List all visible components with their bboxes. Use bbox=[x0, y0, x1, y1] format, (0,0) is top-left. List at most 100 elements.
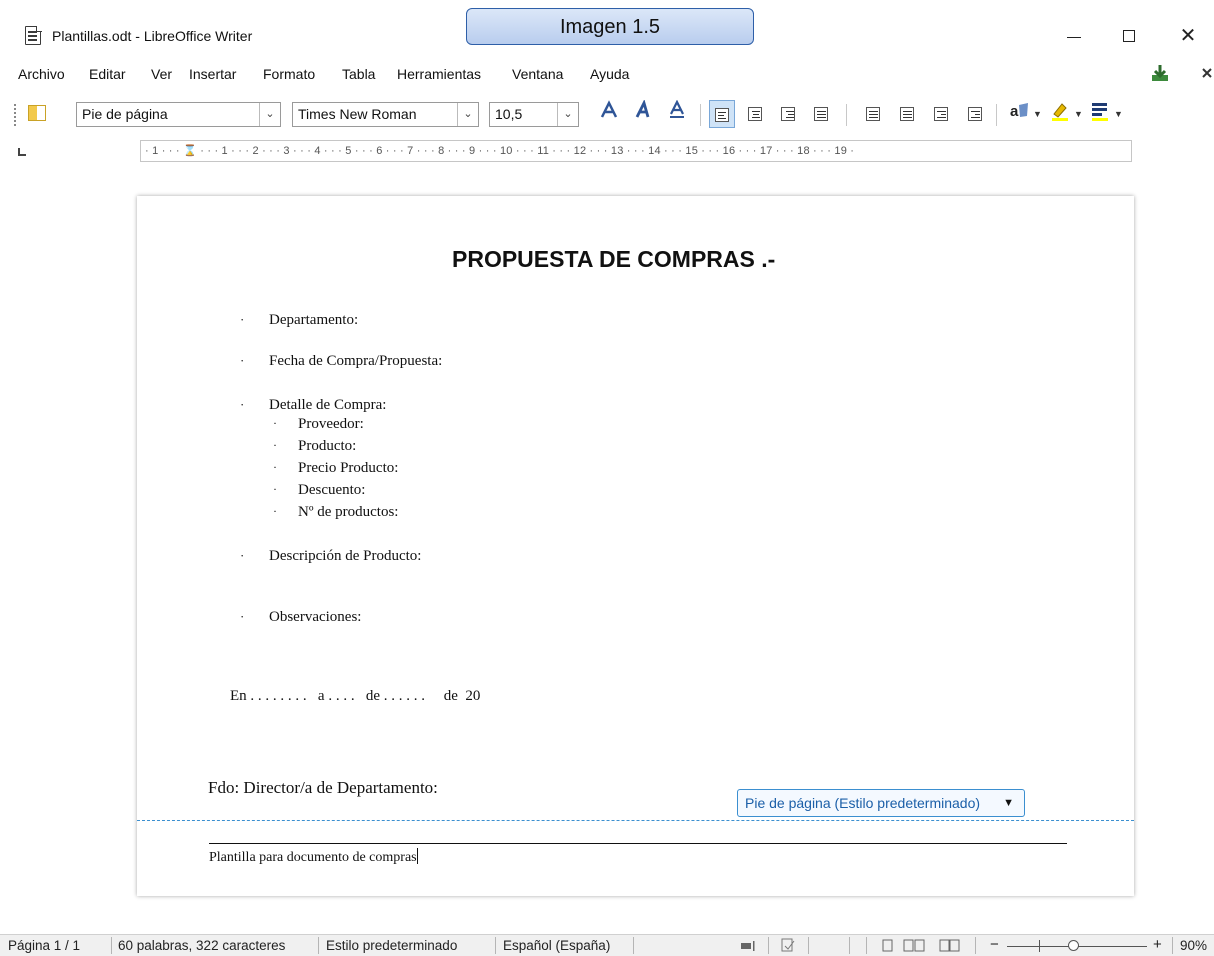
bullet-icon: · bbox=[273, 460, 277, 474]
bullet-icon: · bbox=[240, 609, 245, 624]
horizontal-ruler-labels: · 1 · · · ⌛ · · · 1 · · · 2 · · · 3 · · … bbox=[145, 145, 855, 157]
document-page[interactable]: PROPUESTA DE COMPRAS .- · Departamento: … bbox=[137, 196, 1134, 896]
align-right-button[interactable] bbox=[775, 100, 801, 128]
font-name-select[interactable]: Times New Roman ⌄ bbox=[292, 102, 479, 127]
justify-button[interactable] bbox=[808, 100, 834, 128]
sub-list-item: · Proveedor: bbox=[273, 416, 364, 433]
font-outline-button[interactable] bbox=[596, 100, 622, 128]
status-separator bbox=[866, 937, 867, 954]
list-item-label: Departamento: bbox=[269, 312, 359, 328]
sub-list-item: · Precio Producto: bbox=[273, 460, 398, 477]
date-line: En . . . . . . . . a . . . . de . . . . … bbox=[230, 688, 481, 704]
bullet-icon: · bbox=[273, 504, 277, 518]
chevron-down-icon[interactable]: ⌄ bbox=[557, 103, 578, 126]
paragraph-background-button[interactable] bbox=[1087, 100, 1113, 128]
horizontal-ruler[interactable]: · 1 · · · ⌛ · · · 1 · · · 2 · · · 3 · · … bbox=[140, 140, 1132, 162]
highlighter-icon bbox=[1052, 103, 1068, 121]
align-center-button[interactable] bbox=[742, 100, 768, 128]
underlined-a-icon bbox=[670, 99, 684, 118]
sub-list-item: · Descuento: bbox=[273, 482, 365, 499]
increase-indent-button[interactable] bbox=[962, 100, 988, 128]
menu-formato[interactable]: Formato bbox=[263, 66, 315, 82]
font-shadow-button[interactable] bbox=[630, 99, 656, 128]
update-download-icon[interactable] bbox=[1150, 63, 1170, 83]
sub-list-item: · Producto: bbox=[273, 438, 357, 455]
document-title: PROPUESTA DE COMPRAS .- bbox=[452, 246, 776, 272]
footer-style-dropdown[interactable]: Pie de página (Estilo predeterminado) ▼ bbox=[737, 789, 1025, 817]
menu-herramientas[interactable]: Herramientas bbox=[397, 66, 481, 82]
word-count-status[interactable]: 60 palabras, 322 caracteres bbox=[118, 938, 285, 953]
bullet-icon: · bbox=[240, 397, 245, 412]
window-title: Plantillas.odt - LibreOffice Writer bbox=[52, 28, 253, 44]
footer-rule bbox=[209, 843, 1067, 844]
menu-tabla[interactable]: Tabla bbox=[342, 66, 375, 82]
menu-ventana[interactable]: Ventana bbox=[512, 66, 563, 82]
chevron-down-icon[interactable]: ⌄ bbox=[457, 103, 478, 126]
maximize-button[interactable] bbox=[1111, 18, 1147, 54]
align-right-icon bbox=[781, 106, 795, 121]
bullet-icon: · bbox=[240, 548, 245, 563]
list-item-label: Detalle de Compra: bbox=[269, 397, 387, 413]
toolbar-separator bbox=[700, 104, 701, 126]
align-left-button[interactable] bbox=[709, 100, 735, 128]
paragraph-style-select[interactable]: Pie de página ⌄ bbox=[76, 102, 281, 127]
footer-boundary-line bbox=[137, 820, 1134, 821]
sub-list-item-label: Producto: bbox=[298, 438, 357, 454]
bullet-icon: · bbox=[273, 416, 277, 430]
unordered-list-button[interactable] bbox=[860, 100, 886, 128]
list-item-fecha: · Fecha de Compra/Propuesta: bbox=[240, 353, 442, 370]
image-caption-label: Imagen 1.5 bbox=[466, 8, 754, 45]
zoom-percentage[interactable]: 90% bbox=[1180, 938, 1207, 953]
maximize-icon bbox=[1123, 30, 1135, 43]
font-size-select[interactable]: 10,5 ⌄ bbox=[489, 102, 579, 127]
minimize-button[interactable] bbox=[1056, 18, 1092, 54]
decrease-indent-button[interactable] bbox=[928, 100, 954, 128]
status-separator bbox=[849, 937, 850, 954]
zoom-out-button[interactable]: − bbox=[990, 936, 999, 953]
signature-line: Fdo: Director/a de Departamento: bbox=[208, 778, 438, 797]
menu-ayuda[interactable]: Ayuda bbox=[590, 66, 629, 82]
bullet-icon: · bbox=[240, 312, 245, 327]
svg-text:a: a bbox=[1010, 103, 1019, 120]
list-item-detalle: · Detalle de Compra: bbox=[240, 397, 387, 414]
ordered-list-button[interactable] bbox=[894, 100, 920, 128]
chevron-down-icon[interactable]: ⌄ bbox=[259, 103, 280, 126]
zoom-in-button[interactable]: + bbox=[1153, 936, 1162, 953]
toolbar-separator bbox=[846, 104, 847, 126]
character-format-dropdown-icon[interactable]: ▼ bbox=[1033, 109, 1042, 119]
font-name-value: Times New Roman bbox=[298, 106, 417, 122]
list-item-observaciones: · Observaciones: bbox=[240, 609, 361, 626]
toolbar-grip[interactable] bbox=[14, 104, 17, 126]
bullet-icon: · bbox=[273, 482, 277, 496]
menu-ver[interactable]: Ver bbox=[151, 66, 172, 82]
tab-stop-type-icon[interactable] bbox=[18, 148, 26, 156]
paragraph-styles-icon[interactable] bbox=[28, 105, 46, 121]
writer-document-icon bbox=[25, 25, 42, 45]
document-modified-icon[interactable] bbox=[780, 938, 796, 953]
footer-text-container[interactable]: Plantilla para documento de compras bbox=[209, 848, 418, 866]
outline-a-icon bbox=[600, 100, 618, 118]
font-underline-a-button[interactable] bbox=[664, 99, 690, 128]
shadow-a-icon bbox=[635, 99, 650, 118]
paragraph-background-dropdown-icon[interactable]: ▼ bbox=[1114, 109, 1123, 119]
highlight-color-button[interactable] bbox=[1047, 100, 1073, 128]
view-layout-icons[interactable] bbox=[882, 939, 964, 953]
character-format-button[interactable]: a bbox=[1006, 100, 1032, 128]
page-style-status[interactable]: Estilo predeterminado bbox=[326, 938, 457, 953]
insert-mode-icon[interactable] bbox=[740, 939, 756, 953]
highlight-color-dropdown-icon[interactable]: ▼ bbox=[1074, 109, 1083, 119]
status-separator bbox=[768, 937, 769, 954]
page-number-status[interactable]: Página 1 / 1 bbox=[8, 938, 80, 953]
menu-editar[interactable]: Editar bbox=[89, 66, 126, 82]
status-separator bbox=[495, 937, 496, 954]
menu-bar: Archivo Editar Ver Insertar Formato Tabl… bbox=[0, 60, 1214, 90]
footer-text: Plantilla para documento de compras bbox=[209, 850, 417, 865]
language-status[interactable]: Español (España) bbox=[503, 938, 610, 953]
status-separator bbox=[808, 937, 809, 954]
zoom-slider-handle[interactable] bbox=[1068, 940, 1079, 951]
menu-insertar[interactable]: Insertar bbox=[189, 66, 236, 82]
close-document-icon[interactable] bbox=[1198, 63, 1214, 83]
menu-archivo[interactable]: Archivo bbox=[18, 66, 65, 82]
close-button[interactable]: ✕ bbox=[1170, 18, 1206, 54]
bullet-icon: · bbox=[240, 353, 245, 368]
